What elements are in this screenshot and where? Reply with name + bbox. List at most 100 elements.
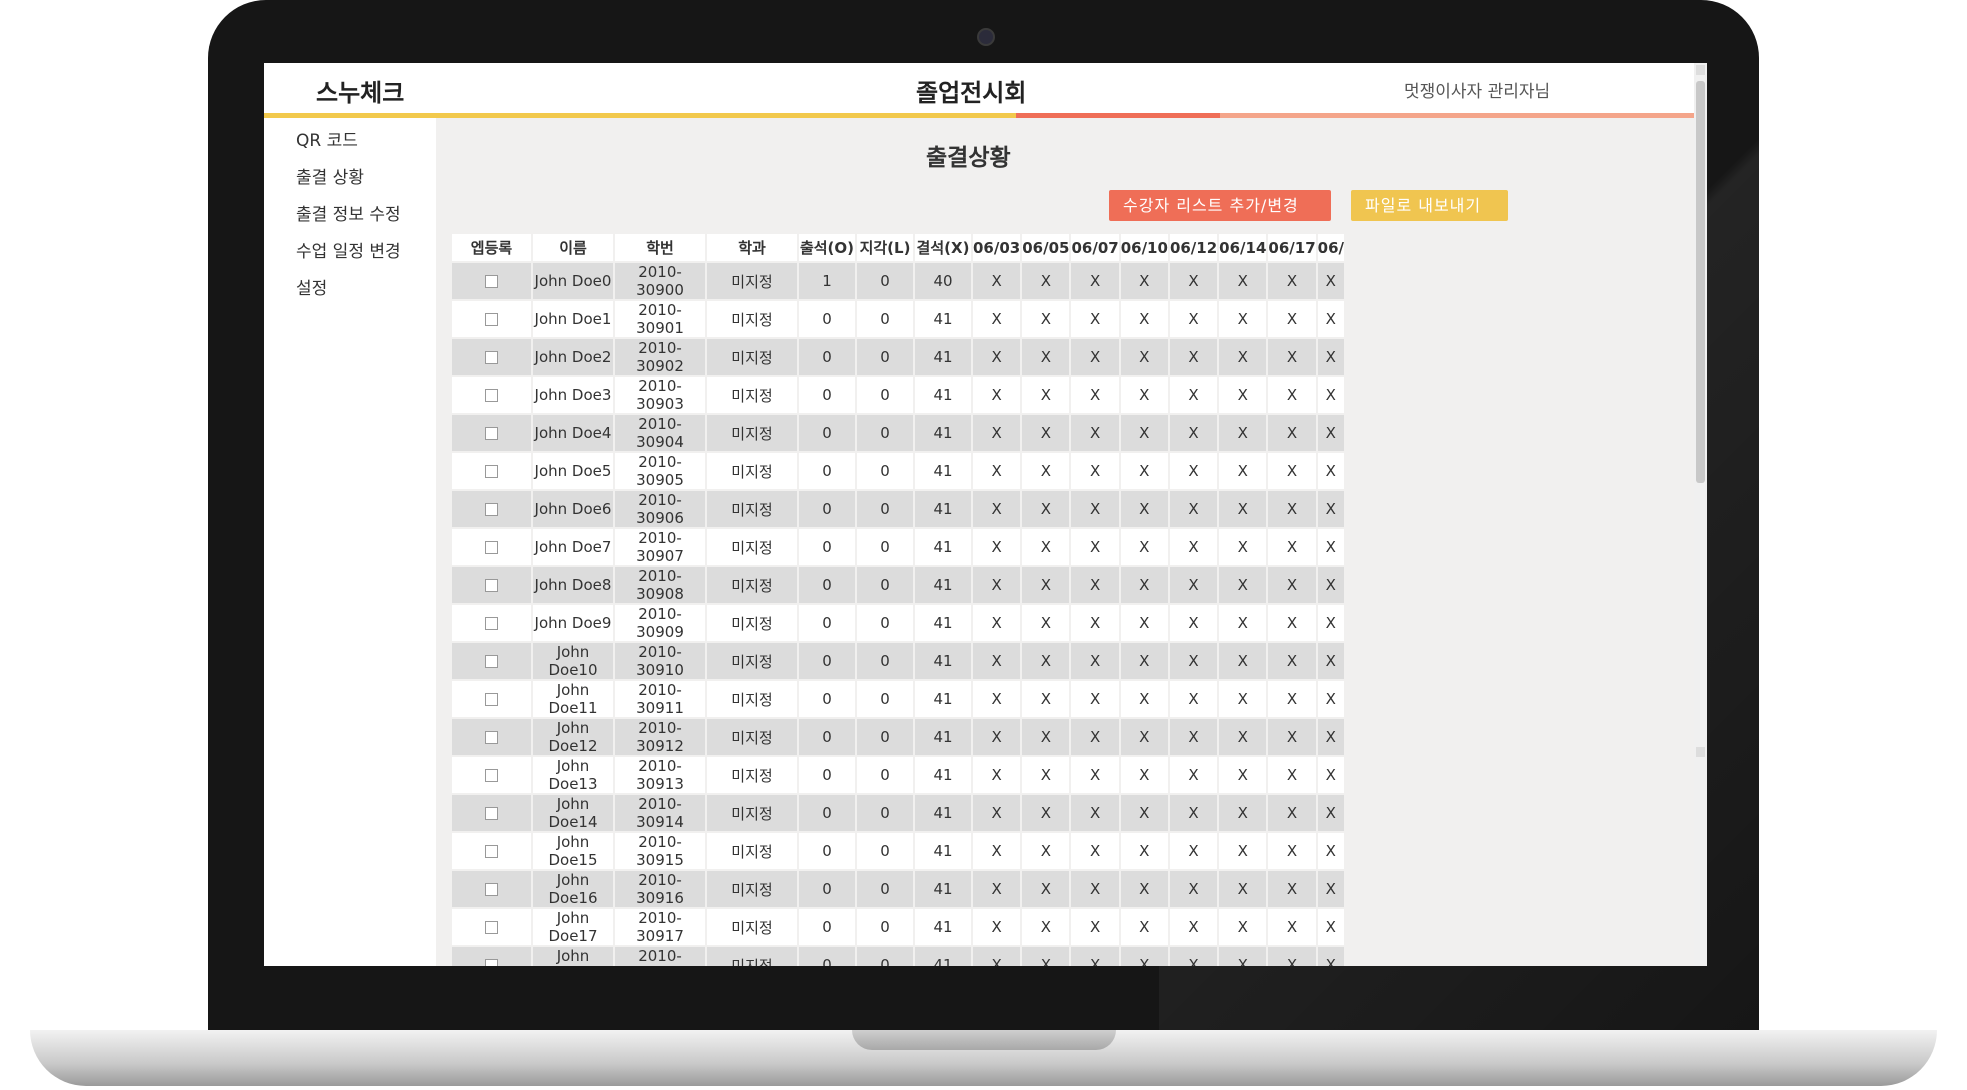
row-checkbox[interactable] [485,769,498,782]
row-checkbox[interactable] [485,503,498,516]
column-header[interactable]: 06/12 [1169,234,1218,261]
table-cell: 0 [857,605,913,641]
table-row[interactable]: John Doe2 2010-30902 미지정 0 0 41 X X X X X X X X [452,339,1344,375]
sidebar-item-change-schedule[interactable]: 수업 일정 변경 [296,237,401,262]
column-header[interactable]: 06/17 [1268,234,1316,261]
table-cell: X [1317,301,1344,337]
table-cell: X [1169,301,1218,337]
row-checkbox[interactable] [485,655,498,668]
table-cell: 41 [915,833,971,869]
column-header[interactable]: 학번 [615,234,705,261]
row-checkbox[interactable] [485,275,498,288]
sidebar-item-edit-attendance[interactable]: 출결 정보 수정 [296,200,401,225]
table-row[interactable]: John Doe7 2010-30907 미지정 0 0 41 X X X X X X X X [452,529,1344,565]
table-cell: 0 [799,377,855,413]
row-checkbox[interactable] [485,845,498,858]
scroll-up-arrow-icon[interactable] [1696,65,1705,75]
table-row[interactable]: John Doe17 2010-30917 미지정 0 0 41 X X X X X X X X [452,909,1344,945]
table-cell: 미지정 [707,719,797,755]
table-cell: X [1317,567,1344,603]
table-cell: 0 [799,605,855,641]
column-header[interactable]: 엡등록 [452,234,531,261]
table-row[interactable]: John Doe15 2010-30915 미지정 0 0 41 X X X X X X X X [452,833,1344,869]
table-header-row: 엡등록 이름 학번 학과 출석(O) 지각(L) 결석(X) 06/03 06/05 06/07 0… [452,234,1344,261]
table-row[interactable]: John Doe6 2010-30906 미지정 0 0 41 X X X X X X X X [452,491,1344,527]
column-header[interactable]: 06/14 [1219,234,1267,261]
table-row[interactable]: John Doe0 2010-30900 미지정 1 0 40 X X X X X X X X [452,263,1344,299]
user-name[interactable]: 멋쟁이사자 관리자님 [1404,77,1550,102]
table-cell: 0 [799,909,855,945]
table-cell: X [1268,757,1316,793]
row-checkbox[interactable] [485,693,498,706]
export-file-button[interactable]: 파일로 내보내기 [1351,190,1508,221]
row-checkbox[interactable] [485,617,498,630]
scroll-down-arrow-icon[interactable] [1696,747,1705,757]
table-cell: John Doe8 [533,567,613,603]
column-header[interactable]: 학과 [707,234,797,261]
column-header[interactable]: 06/07 [1071,234,1119,261]
attendance-table-wrapper[interactable]: 엡등록 이름 학번 학과 출석(O) 지각(L) 결석(X) 06/03 06/05 06/07 0… [450,232,1505,966]
table-cell: 미지정 [707,301,797,337]
table-cell: 0 [857,795,913,831]
table-cell: 41 [915,643,971,679]
row-checkbox[interactable] [485,465,498,478]
add-attendee-list-button[interactable]: 수강자 리스트 추가/변경 [1109,190,1331,221]
table-cell: 미지정 [707,567,797,603]
table-cell: X [1268,529,1316,565]
table-cell: X [1317,377,1344,413]
table-row[interactable]: John Doe4 2010-30904 미지정 0 0 41 X X X X X X X X [452,415,1344,451]
table-row[interactable]: John Doe10 2010-30910 미지정 0 0 41 X X X X X X X X [452,643,1344,679]
sidebar-item-attendance-status[interactable]: 출결 상황 [296,163,364,188]
table-row[interactable]: John Doe8 2010-30908 미지정 0 0 41 X X X X X X X X [452,567,1344,603]
table-row[interactable]: John Doe182010-30918미지정0041XXXXXXXX [452,947,1344,966]
row-checkbox[interactable] [485,921,498,934]
column-header[interactable]: 06/10 [1120,234,1168,261]
table-cell: John Doe12 [533,719,613,755]
table-row[interactable]: John Doe14 2010-30914 미지정 0 0 41 X X X X X X X X [452,795,1344,831]
column-header[interactable]: 이름 [533,234,613,261]
column-header[interactable]: 출석(O) [799,234,855,261]
table-row[interactable]: John Doe5 2010-30905 미지정 0 0 41 X X X X X X X X [452,453,1344,489]
table-row[interactable]: John Doe3 2010-30903 미지정 0 0 41 X X X X X X X X [452,377,1344,413]
table-cell: X [1071,757,1119,793]
row-checkbox[interactable] [485,427,498,440]
row-checkbox[interactable] [485,313,498,326]
row-checkbox[interactable] [485,731,498,744]
table-row[interactable]: John Doe9 2010-30909 미지정 0 0 41 X X X X X X X X [452,605,1344,641]
table-row[interactable]: John Doe1 2010-30901 미지정 0 0 41 X X X X X X X X [452,301,1344,337]
sidebar-item-settings[interactable]: 설정 [296,274,327,299]
table-cell: X [1268,871,1316,907]
table-cell: X [1022,681,1070,717]
column-header[interactable]: 06/05 [1022,234,1070,261]
column-header[interactable]: 06/03 [973,234,1021,261]
column-header[interactable]: 06/ [1317,234,1344,261]
table-cell: X [1317,947,1344,966]
column-header[interactable]: 지각(L) [857,234,913,261]
row-checkbox[interactable] [485,541,498,554]
table-cell: X [1268,947,1316,966]
scroll-thumb[interactable] [1696,81,1705,483]
table-cell: 미지정 [707,491,797,527]
table-row[interactable]: John Doe12 2010-30912 미지정 0 0 41 X X X X X X X X [452,719,1344,755]
row-checkbox[interactable] [485,959,498,966]
table-cell: 41 [915,453,971,489]
brand-logo[interactable]: 스누체크 [316,73,404,108]
row-checkbox[interactable] [485,883,498,896]
row-checkbox[interactable] [485,389,498,402]
table-cell: 0 [799,947,855,966]
table-cell: X [1120,377,1168,413]
table-cell: X [973,681,1021,717]
table-row[interactable]: John Doe13 2010-30913 미지정 0 0 41 X X X X X X X X [452,757,1344,793]
row-checkbox[interactable] [485,351,498,364]
table-cell: X [1219,301,1267,337]
vertical-scrollbar[interactable] [1694,63,1707,966]
row-checkbox[interactable] [485,807,498,820]
column-header[interactable]: 결석(X) [915,234,971,261]
table-row[interactable]: John Doe11 2010-30911 미지정 0 0 41 X X X X X X X X [452,681,1344,717]
table-row[interactable]: John Doe16 2010-30916 미지정 0 0 41 X X X X X X X X [452,871,1344,907]
table-cell: John Doe13 [533,757,613,793]
row-checkbox[interactable] [485,579,498,592]
sidebar-item-qr-code[interactable]: QR 코드 [296,126,358,151]
table-cell: John Doe6 [533,491,613,527]
table-cell: X [1071,453,1119,489]
